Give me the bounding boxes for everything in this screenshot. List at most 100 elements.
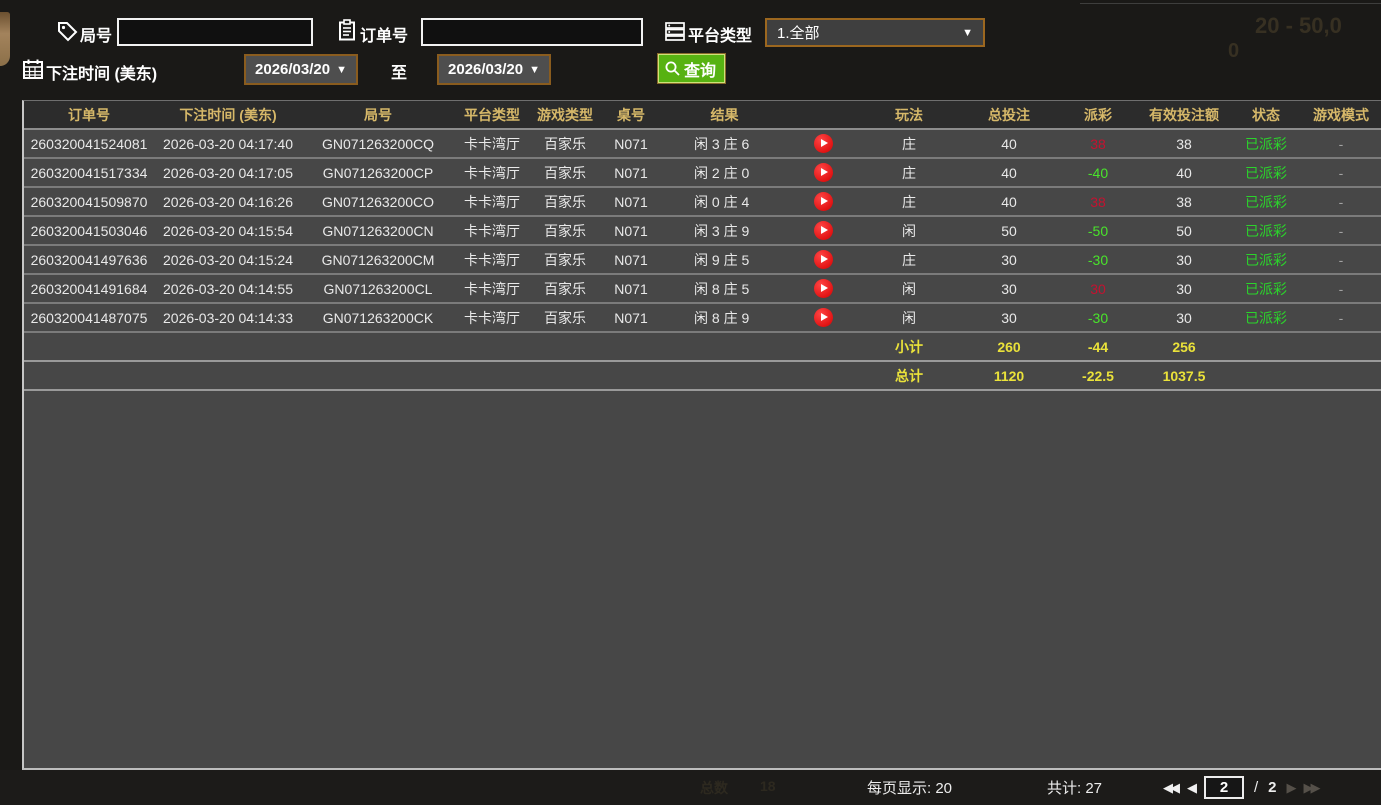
play-video-icon[interactable] [813,134,833,153]
cell-tbl: N071 [614,164,648,181]
play-video-icon[interactable] [813,221,833,240]
platform-icon [664,20,686,42]
cell-payout: -30 [1087,309,1109,326]
cell-time: 2026-03-20 04:16:26 [163,193,293,210]
cell-game: 百家乐 [544,251,586,268]
cell-bet: 庄 [902,164,916,181]
round-no-input[interactable] [117,18,313,46]
page-count-label: 2 [1268,779,1277,796]
search-icon [664,60,681,77]
cell-result: 闲 0 庄 4 [694,193,750,210]
cell-valid: 50 [1176,222,1192,239]
first-page-button[interactable]: ◀◀ [1163,780,1180,796]
date-to-label: 至 [391,65,408,82]
cell-platform: 卡卡湾厅 [464,309,520,326]
play-video-icon[interactable] [813,279,833,298]
cell-bet: 庄 [902,135,916,152]
cell-mode: - [1338,193,1344,210]
header-3: 平台类型 [464,106,520,123]
cell-payout: 38 [1090,135,1106,152]
cell-play [787,308,859,327]
cell-round: GN071263200CO [321,193,435,210]
cell-bet: 小计 [895,338,923,355]
cell-payout: -44 [1087,338,1109,355]
cell-order: 260320041503046 [30,222,148,239]
header-5: 桌号 [617,106,645,123]
cell-tbl: N071 [614,135,648,152]
cell-mode: - [1338,164,1344,181]
chevron-down-icon: ▼ [962,26,973,39]
table-row: 260320041509870 2026-03-20 04:16:26 GN0712… [24,188,1381,217]
date-to-value: 2026/03/20 [448,61,524,78]
cell-play [787,192,859,211]
cell-valid: 30 [1176,280,1192,297]
cell-status: 已派彩 [1245,280,1287,297]
cell-play [787,250,859,269]
play-video-icon[interactable] [813,308,833,327]
table-row: 260320041517334 2026-03-20 04:17:05 GN0712… [24,159,1381,188]
current-page-input[interactable] [1204,776,1244,799]
cell-bet: 庄 [902,193,916,210]
drawer-handle[interactable] [0,12,10,66]
play-video-icon[interactable] [813,163,833,182]
cell-play [787,134,859,153]
play-video-icon[interactable] [813,192,833,211]
cell-status: 已派彩 [1245,193,1287,210]
header-1: 下注时间 (美东) [179,106,277,123]
cell-result: 闲 9 庄 5 [694,251,750,268]
bet-records-table: 订单号 下注时间 (美东) 局号 平台类型 游戏类型 桌号 结果 玩法 总投注 派彩 有效投注额 状态… [22,100,1381,770]
cell-result: 闲 8 庄 9 [694,309,750,326]
cell-total: 40 [1001,193,1017,210]
cell-time: 2026-03-20 04:15:54 [163,222,293,239]
last-page-button[interactable]: ▶▶ [1304,780,1321,796]
summary-row: 小计 260 -44 256 [24,333,1381,362]
cell-round: GN071263200CL [323,280,433,297]
cell-time: 2026-03-20 04:14:33 [163,309,293,326]
prev-page-button[interactable]: ◀ [1187,780,1197,796]
cell-order: 260320041491684 [30,280,148,297]
cell-order: 260320041497636 [30,251,148,268]
cell-valid: 40 [1176,164,1192,181]
cell-payout: 30 [1090,280,1106,297]
cell-result: 闲 3 庄 6 [694,135,750,152]
cell-total: 260 [997,338,1021,355]
platform-type-select[interactable]: 1.全部 ▼ [765,18,985,47]
table-row: 260320041497636 2026-03-20 04:15:24 GN0712… [24,246,1381,275]
header-4: 游戏类型 [537,106,593,123]
per-page-label: 每页显示: 20 [867,780,953,797]
date-from-picker[interactable]: 2026/03/20 ▼ [244,54,358,85]
cell-round: GN071263200CP [322,164,434,181]
cell-status: 已派彩 [1245,309,1287,326]
cell-valid: 38 [1176,193,1192,210]
play-video-icon[interactable] [813,250,833,269]
cell-total: 40 [1001,164,1017,181]
order-no-input[interactable] [421,18,643,46]
table-body: 260320041524081 2026-03-20 04:17:40 GN0712… [24,130,1381,391]
header-9: 总投注 [988,106,1030,123]
cell-game: 百家乐 [544,280,586,297]
header-8: 玩法 [895,106,923,123]
cell-order: 260320041524081 [30,135,148,152]
cell-bet: 闲 [902,280,916,297]
platform-type-value: 1.全部 [777,25,820,42]
header-6: 结果 [710,106,739,123]
cell-order: 260320041517334 [30,164,148,181]
cell-total: 40 [1001,135,1017,152]
cell-valid: 1037.5 [1162,367,1206,384]
cell-bet: 闲 [902,222,916,239]
query-button[interactable]: 查询 [658,54,726,83]
cell-tbl: N071 [614,193,648,210]
cell-valid: 256 [1172,338,1196,355]
cell-total: 30 [1001,251,1017,268]
cell-mode: - [1338,251,1344,268]
next-page-button[interactable]: ▶ [1287,780,1297,796]
cell-play [787,163,859,182]
cell-platform: 卡卡湾厅 [464,164,520,181]
cell-total: 50 [1001,222,1017,239]
cell-total: 30 [1001,309,1017,326]
chevron-down-icon: ▼ [529,63,540,76]
date-from-value: 2026/03/20 [255,61,331,78]
date-to-picker[interactable]: 2026/03/20 ▼ [437,54,551,85]
bet-time-label: 下注时间 (美东) [46,66,158,83]
cell-payout: -22.5 [1082,367,1114,384]
